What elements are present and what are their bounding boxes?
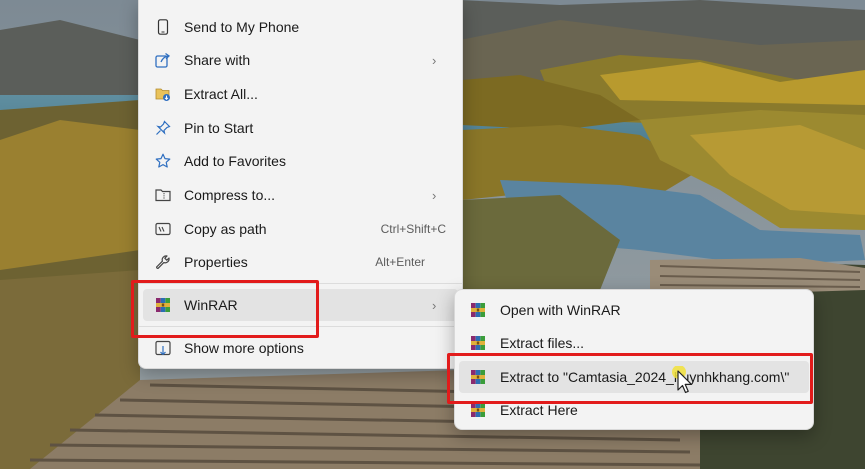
chevron-right-icon: › (432, 52, 437, 68)
menu-item-label: Copy as path (184, 221, 267, 237)
menu-item-compress-to[interactable]: Compress to... › (143, 179, 458, 211)
submenu-item-open-with-winrar[interactable]: Open with WinRAR (459, 294, 809, 326)
menu-item-send-to-phone[interactable]: Send to My Phone (143, 11, 458, 43)
menu-item-share-with[interactable]: Share with › (143, 44, 458, 76)
menu-item-pin-to-start[interactable]: Pin to Start (143, 112, 458, 144)
highlight-box-winrar (131, 280, 319, 338)
chevron-right-icon: › (432, 187, 437, 203)
pin-icon (155, 120, 171, 136)
menu-item-copy-as-path[interactable]: Copy as path Ctrl+Shift+C (143, 213, 458, 245)
wrench-icon (155, 254, 171, 270)
highlight-box-extract-to (447, 353, 813, 404)
shortcut-label: Alt+Enter (375, 255, 425, 269)
more-options-icon (155, 340, 171, 356)
phone-icon (155, 19, 171, 35)
star-icon (155, 153, 171, 169)
menu-item-properties[interactable]: Properties Alt+Enter (143, 246, 458, 278)
folder-zip-icon (155, 187, 171, 203)
copy-path-icon (155, 221, 171, 237)
menu-item-label: Compress to... (184, 187, 276, 203)
chevron-right-icon: › (432, 297, 437, 313)
shortcut-label: Ctrl+Shift+C (380, 222, 446, 236)
winrar-icon (470, 402, 486, 418)
winrar-icon (470, 335, 486, 351)
menu-item-label: Share with (184, 52, 251, 68)
menu-item-label: Add to Favorites (184, 153, 286, 169)
submenu-item-label: Open with WinRAR (500, 302, 621, 318)
extract-all-icon (155, 86, 171, 102)
winrar-icon (470, 302, 486, 318)
menu-item-label: Show more options (184, 340, 304, 356)
menu-item-label: Send to My Phone (184, 19, 300, 35)
share-icon (155, 52, 171, 68)
submenu-item-label: Extract Here (500, 402, 578, 418)
menu-item-label: Extract All... (184, 86, 258, 102)
menu-item-extract-all[interactable]: Extract All... (143, 78, 458, 110)
mouse-cursor-icon (672, 365, 696, 401)
menu-item-add-to-favorites[interactable]: Add to Favorites (143, 145, 458, 177)
menu-item-label: Properties (184, 254, 248, 270)
menu-item-label: Pin to Start (184, 120, 254, 136)
submenu-item-label: Extract files... (500, 335, 585, 351)
